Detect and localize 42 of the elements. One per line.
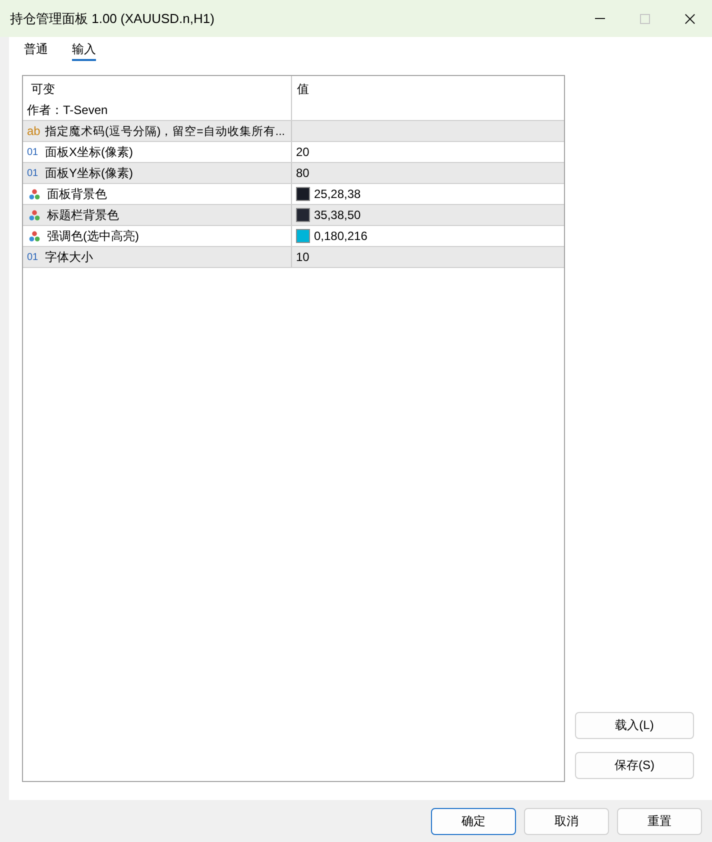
parameter-name: 强调色(选中高亮) bbox=[47, 228, 139, 244]
parameter-name: 作者：T-Seven bbox=[27, 102, 108, 118]
parameter-name: 面板Y坐标(像素) bbox=[45, 164, 133, 182]
close-icon bbox=[684, 14, 694, 24]
color-type-icon bbox=[29, 188, 40, 200]
color-type-icon bbox=[29, 210, 40, 220]
table-row[interactable]: 01 字体大小 10 bbox=[23, 247, 564, 268]
parameter-value: 0,180,216 bbox=[314, 229, 368, 243]
parameter-name: 标题栏背景色 bbox=[47, 206, 119, 224]
column-header: 可变 bbox=[31, 80, 55, 98]
table-row[interactable]: 01 面板Y坐标(像素) 80 bbox=[23, 163, 564, 184]
parameter-name: 面板X坐标(像素) bbox=[45, 144, 133, 160]
type-label: 01 bbox=[27, 168, 40, 178]
save-button[interactable]: 保存(S) bbox=[575, 752, 694, 779]
tab[interactable]: 普通 bbox=[24, 41, 48, 61]
minimize-icon bbox=[594, 18, 604, 19]
color-type-icon bbox=[29, 230, 40, 242]
parameter-name: 字体大小 bbox=[45, 248, 93, 266]
parameter-value: 10 bbox=[296, 250, 310, 264]
parameter-value: 20 bbox=[296, 145, 310, 159]
tab[interactable]: 输入 bbox=[72, 41, 96, 61]
table-row[interactable]: 强调色(选中高亮) 0,180,216 bbox=[23, 226, 564, 247]
table-row[interactable]: 作者：T-Seven bbox=[23, 100, 564, 121]
dialog-button[interactable]: 重置 bbox=[617, 808, 702, 835]
type-label: 01 bbox=[27, 252, 40, 262]
table-row[interactable]: 01 面板X坐标(像素) 20 bbox=[23, 142, 564, 163]
parameter-name: 指定魔术码(逗号分隔)，留空=自动收集所有... bbox=[45, 124, 285, 138]
table-row[interactable]: 面板背景色 25,28,38 bbox=[23, 184, 564, 205]
table-row[interactable]: ab 指定魔术码(逗号分隔)，留空=自动收集所有... bbox=[23, 121, 564, 142]
type-label: 01 bbox=[27, 146, 40, 158]
column-header: 值 bbox=[297, 80, 309, 98]
dialog-button[interactable]: 确定 bbox=[431, 808, 516, 835]
parameter-value: 80 bbox=[296, 166, 310, 180]
parameter-name: 面板背景色 bbox=[47, 186, 107, 202]
parameter-value: 35,38,50 bbox=[314, 208, 361, 222]
parameter-value: 25,28,38 bbox=[314, 187, 361, 201]
table-row[interactable]: 标题栏背景色 35,38,50 bbox=[23, 205, 564, 226]
type-label: ab bbox=[27, 124, 42, 138]
dialog-button[interactable]: 取消 bbox=[524, 808, 609, 835]
maximize-icon bbox=[640, 14, 650, 24]
window-title: 持仓管理面板 1.00 (XAUUSD.n,H1) bbox=[9, 10, 216, 28]
load-button[interactable]: 载入(L) bbox=[575, 712, 694, 739]
